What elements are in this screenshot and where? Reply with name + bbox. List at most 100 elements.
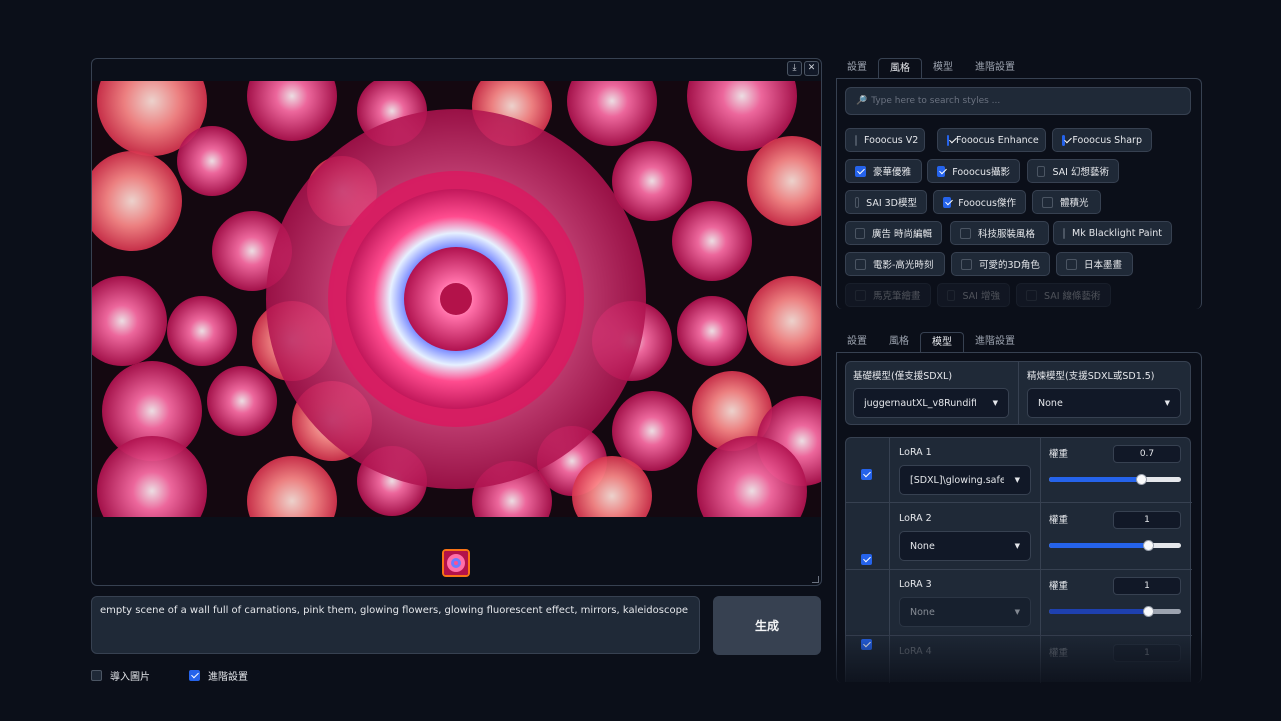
style-checkbox[interactable]	[855, 196, 860, 208]
style-chip[interactable]: SAI 幻想藝術	[1027, 159, 1119, 183]
lora-weight-input[interactable]: 0.7	[1113, 445, 1181, 463]
input-image-label: 導入圖片	[110, 672, 150, 683]
style-checkbox[interactable]	[947, 134, 949, 146]
style-checkbox[interactable]	[1066, 258, 1077, 270]
base-model-value: juggernautXL_v8Rundiffusion	[864, 397, 976, 409]
lora-enable-checkbox[interactable]	[861, 469, 872, 480]
style-label: Fooocus Sharp	[1072, 134, 1142, 146]
refiner-model-dropdown[interactable]: None ▼	[1027, 388, 1181, 418]
style-checkbox[interactable]	[947, 289, 956, 301]
lora-weight-slider[interactable]	[1049, 606, 1181, 617]
style-search-input[interactable]: 🔎 Type here to search styles ...	[845, 87, 1191, 115]
style-checkbox[interactable]	[855, 258, 866, 270]
style-checkbox[interactable]	[960, 227, 971, 239]
style-label: Mk Blacklight Paint	[1072, 227, 1163, 239]
lora-label: LoRA 1	[899, 447, 932, 458]
style-checkbox[interactable]	[855, 289, 866, 301]
lora-weight-input[interactable]: 1	[1113, 577, 1181, 595]
input-image-option[interactable]: 導入圖片	[91, 668, 150, 683]
style-label: Fooocus Enhance	[956, 134, 1039, 146]
tab-settings[interactable]: 設置	[836, 58, 878, 78]
style-chip[interactable]: 體積光	[1032, 190, 1101, 214]
slider-handle[interactable]	[1143, 540, 1154, 551]
tab-settings-2[interactable]: 設置	[836, 332, 878, 352]
style-checkbox[interactable]	[855, 165, 866, 177]
lora-weight-slider[interactable]	[1049, 474, 1181, 485]
input-image-checkbox[interactable]	[91, 670, 102, 681]
tab-models[interactable]: 模型	[922, 58, 964, 78]
advanced-option[interactable]: 進階設置	[189, 668, 248, 683]
style-chip[interactable]: Mk Blacklight Paint	[1053, 221, 1172, 245]
style-checkbox[interactable]	[1037, 165, 1046, 177]
style-chip[interactable]: 廣告 時尚編輯	[845, 221, 942, 245]
style-checkbox[interactable]	[937, 165, 946, 177]
gallery-thumbnail[interactable]	[442, 549, 470, 577]
lora-model-value: None	[910, 540, 935, 552]
lora-weight-input[interactable]: 1	[1113, 511, 1181, 529]
resize-handle[interactable]	[812, 576, 819, 583]
style-chip[interactable]: Fooocus V2	[845, 128, 925, 152]
tab-advanced-2[interactable]: 進階設置	[964, 332, 1026, 352]
lora-row: LoRA 3 None ▼ 權重 1	[0, 38, 1281, 650]
style-checkbox[interactable]	[855, 134, 857, 146]
style-label: 日本墨畫	[1084, 260, 1123, 271]
scroll-fade	[836, 630, 1202, 690]
style-chip[interactable]: SAI 線條藝術	[1016, 283, 1111, 307]
lora-enable-checkbox[interactable]	[861, 554, 872, 565]
style-label: Fooocus V2	[864, 134, 919, 146]
lora-model-dropdown[interactable]: None ▼	[899, 531, 1031, 561]
base-model-dropdown[interactable]: juggernautXL_v8Rundiffusion ▼	[853, 388, 1009, 418]
lora-label: LoRA 3	[899, 579, 932, 590]
style-checkbox[interactable]	[1042, 196, 1053, 208]
lora-model-dropdown[interactable]: [SDXL]\glowing.safetensors ▼	[899, 465, 1031, 495]
lora-label: LoRA 2	[899, 513, 932, 524]
style-checkbox[interactable]	[855, 227, 865, 239]
style-chip[interactable]: 可愛的3D角色	[951, 252, 1050, 276]
style-chip[interactable]: SAI 增強	[937, 283, 1010, 307]
lora-weight-label: 權重	[1049, 449, 1069, 460]
style-chip[interactable]: Fooocus攝影	[927, 159, 1020, 183]
style-chip[interactable]: 日本墨畫	[1056, 252, 1133, 276]
lora-weight-label: 權重	[1049, 581, 1069, 592]
download-icon[interactable]: ⤓	[787, 61, 802, 76]
tabs-bottom: 設置 風格 模型 進階設置	[836, 332, 1026, 353]
flower-shape	[672, 201, 752, 281]
tab-styles[interactable]: 風格	[878, 58, 922, 79]
tab-styles-2[interactable]: 風格	[878, 332, 920, 352]
lora-weight-slider[interactable]	[1049, 540, 1181, 551]
style-chip[interactable]: Fooocus Enhance	[937, 128, 1046, 152]
advanced-checkbox[interactable]	[189, 670, 200, 681]
style-label: Fooocus攝影	[952, 167, 1010, 178]
style-checkbox[interactable]	[1063, 227, 1065, 239]
prompt-input[interactable]: empty scene of a wall full of carnations…	[91, 596, 700, 654]
chevron-down-icon: ▼	[1014, 542, 1020, 550]
style-label: SAI 幻想藝術	[1052, 167, 1109, 178]
style-chip[interactable]: Fooocus傑作	[933, 190, 1026, 214]
style-chip[interactable]: Fooocus Sharp	[1052, 128, 1152, 152]
style-chip[interactable]: 豪華優雅	[845, 159, 922, 183]
tab-models-2[interactable]: 模型	[920, 332, 964, 353]
style-checkbox[interactable]	[1026, 289, 1037, 301]
style-checkbox[interactable]	[961, 258, 972, 270]
slider-handle[interactable]	[1143, 606, 1154, 617]
style-chip[interactable]: SAI 3D模型	[845, 190, 927, 214]
generated-image-artwork	[92, 81, 821, 517]
style-label: Fooocus傑作	[958, 198, 1016, 209]
style-chip[interactable]: 電影-高光時刻	[845, 252, 945, 276]
search-icon: 🔎	[856, 96, 868, 106]
lora-model-dropdown[interactable]: None ▼	[899, 597, 1031, 627]
lora-row: LoRA 2 None ▼ 權重 1	[0, 19, 1281, 565]
style-chip[interactable]: 科技服裝風格	[950, 221, 1049, 245]
style-label: 豪華優雅	[873, 167, 912, 178]
lora-weight-label: 權重	[1049, 515, 1069, 526]
chevron-down-icon: ▼	[1164, 399, 1170, 407]
style-checkbox[interactable]	[1062, 134, 1066, 146]
style-search-placeholder: Type here to search styles ...	[871, 96, 1001, 106]
generate-button[interactable]: 生成	[713, 596, 821, 655]
close-icon[interactable]: ✕	[804, 61, 819, 76]
tab-advanced[interactable]: 進階設置	[964, 58, 1026, 78]
style-label: 電影-高光時刻	[873, 260, 934, 271]
style-checkbox[interactable]	[943, 196, 952, 208]
style-label: 馬克筆繪畫	[873, 291, 921, 302]
style-chip[interactable]: 馬克筆繪畫	[845, 283, 931, 307]
